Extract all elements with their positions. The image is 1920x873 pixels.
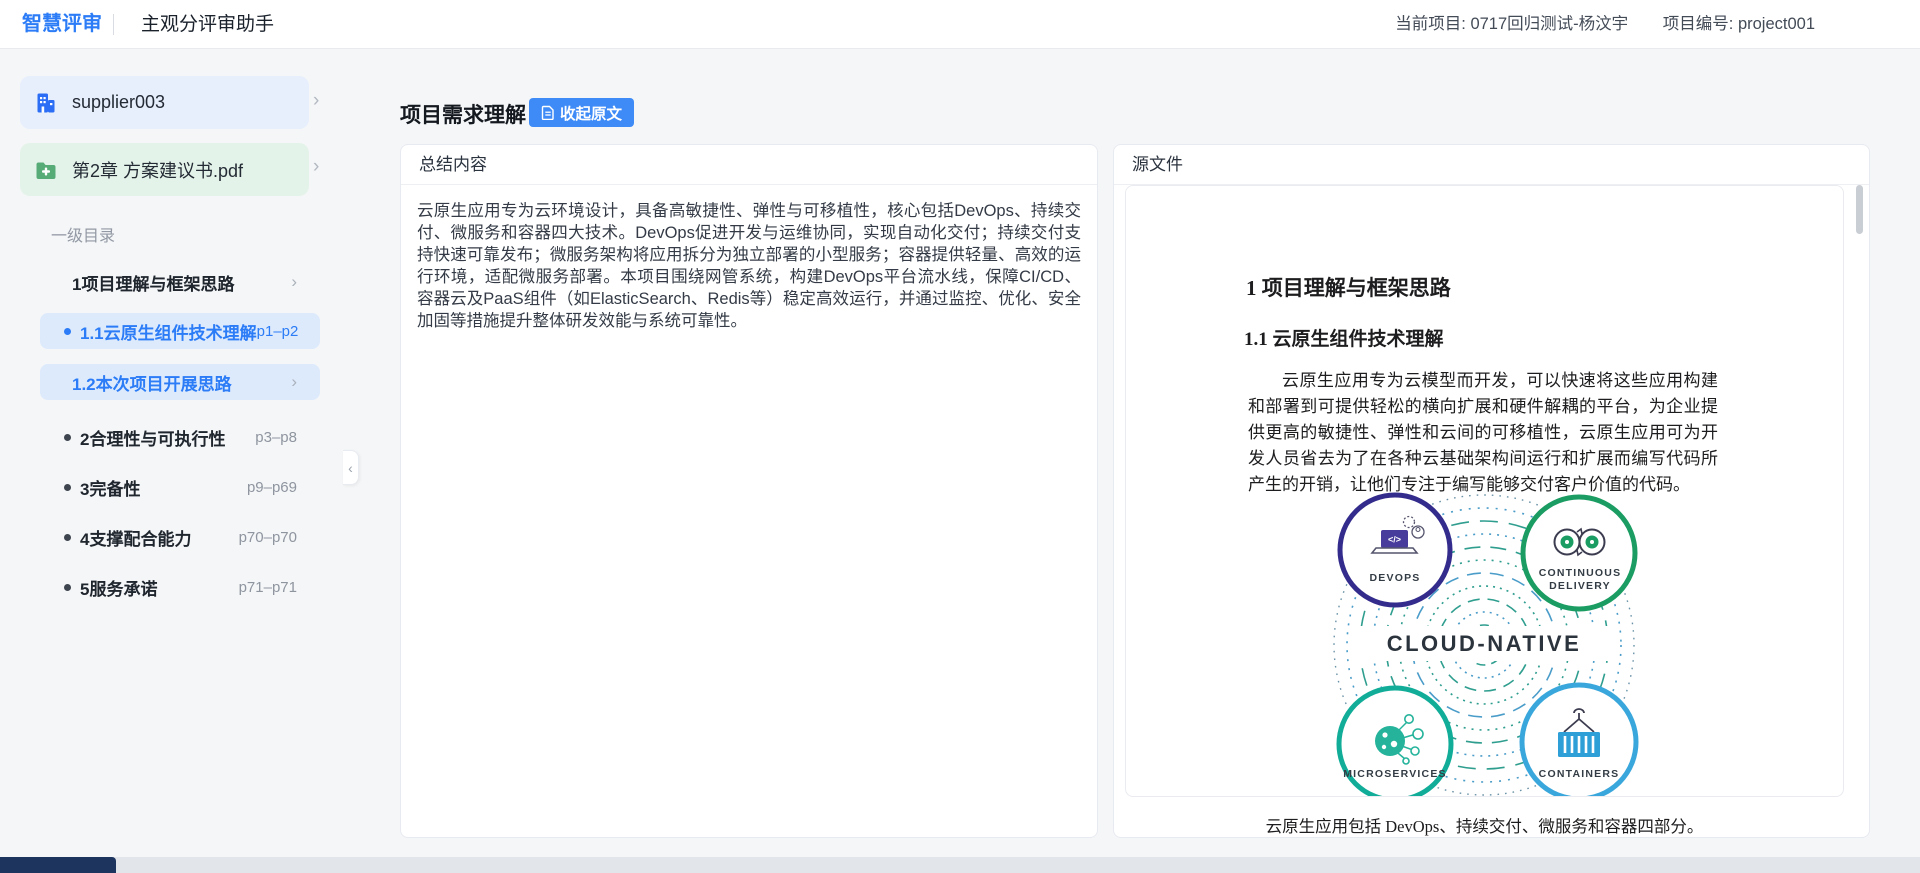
collapse-icon: ‹ (348, 460, 353, 476)
continuous-delivery-label: CONTINUOUS DELIVERY (1534, 567, 1626, 593)
pdf-caption: 云原生应用包括 DevOps、持续交付、微服务和容器四部分。 (1125, 813, 1844, 837)
page-range: p71–p71 (239, 579, 297, 596)
current-project: 当前项目: 0717回归测试-杨汶宇 (1395, 15, 1628, 33)
diagram-center-label: CLOUD-NATIVE (1358, 626, 1610, 661)
svg-text:</>: </> (1388, 535, 1401, 545)
supplier-name: supplier003 (72, 92, 165, 113)
document-icon (541, 105, 555, 120)
chevron-right-icon[interactable]: › (313, 92, 329, 112)
app-title: 主观分评审助手 (141, 0, 274, 49)
sidebar-item-5[interactable]: 5服务承诺 p71–p71 (40, 569, 320, 605)
sidebar-item-4[interactable]: 4支撑配合能力 p70–p70 (40, 519, 320, 555)
project-code: 项目编号: project001 (1663, 15, 1815, 33)
building-icon (34, 91, 58, 115)
sidebar-item-label: 3完备性 (80, 475, 140, 500)
supplier-card[interactable]: supplier003 (20, 76, 309, 129)
sidebar-item-label: 1.2本次项目开展思路 (72, 370, 232, 395)
bullet-icon (64, 584, 71, 591)
page-range: p9–p69 (247, 479, 297, 496)
sidebar-item-1[interactable]: 1项目理解与框架思路 › (40, 264, 320, 300)
header-divider (113, 14, 114, 35)
bullet-icon (64, 534, 71, 541)
bullet-icon (64, 328, 71, 335)
page-range: p70–p70 (239, 529, 297, 546)
summary-content: 云原生应用专为云环境设计，具备高敏捷性、弹性与可移植性，核心包括DevOps、持… (401, 185, 1097, 347)
sidebar-collapse-handle[interactable]: ‹ (343, 450, 359, 485)
app-root: 智慧评审 主观分评审助手 当前项目: 0717回归测试-杨汶宇 项目编号: pr… (0, 0, 1920, 873)
sidebar-item-1-1[interactable]: 1.1云原生组件技术理解 p1–p2 (40, 313, 320, 349)
project-info: 当前项目: 0717回归测试-杨汶宇 项目编号: project001 (1365, 0, 1815, 49)
sidebar-item-label: 1.1云原生组件技术理解 (80, 319, 257, 344)
file-card[interactable]: 第2章 方案建议书.pdf (20, 143, 309, 196)
pdf-viewer[interactable]: 1 项目理解与框架思路 1.1 云原生组件技术理解 云原生应用专为云模型而开发，… (1125, 185, 1844, 797)
sidebar-item-label: 2合理性与可执行性 (80, 425, 225, 450)
folder-plus-icon (34, 158, 58, 182)
collapse-source-button-label: 收起原文 (560, 102, 622, 124)
collapse-source-button[interactable]: 收起原文 (529, 98, 634, 127)
microservices-label: MICROSERVICES (1335, 768, 1455, 781)
pdf-heading-1: 1 项目理解与框架思路 (1246, 272, 1451, 302)
pdf-paragraph: 云原生应用专为云模型而开发，可以快速将这些应用构建和部署到可提供轻松的横向扩展和… (1248, 368, 1718, 498)
page-range: p1–p2 (257, 323, 299, 340)
sidebar-item-label: 1项目理解与框架思路 (72, 270, 234, 295)
summary-panel-title: 总结内容 (401, 145, 1097, 185)
page-range: p3–p8 (255, 429, 297, 446)
bullet-icon (64, 434, 71, 441)
summary-panel: 总结内容 云原生应用专为云环境设计，具备高敏捷性、弹性与可移植性，核心包括Dev… (400, 144, 1098, 838)
containers-label: CONTAINERS (1519, 768, 1639, 781)
bullet-icon (64, 484, 71, 491)
footer-widget (0, 857, 116, 873)
top-bar: 智慧评审 主观分评审助手 当前项目: 0717回归测试-杨汶宇 项目编号: pr… (0, 0, 1920, 49)
footer-bar (0, 857, 1920, 873)
project-code-label: 项目编号: (1663, 15, 1734, 33)
cloud-native-diagram: </> (1312, 482, 1662, 797)
source-panel: 源文件 1 项目理解与框架思路 1.1 云原生组件技术理解 云原生应用专为云模型… (1113, 144, 1870, 838)
sidebar-item-1-2[interactable]: 1.2本次项目开展思路 › (40, 364, 320, 400)
chevron-right-icon: › (291, 374, 297, 390)
sidebar-item-2[interactable]: 2合理性与可执行性 p3–p8 (40, 419, 320, 455)
sidebar-item-label: 4支撑配合能力 (80, 525, 191, 550)
devops-label: DEVOPS (1345, 572, 1445, 585)
current-project-label: 当前项目: (1395, 15, 1466, 33)
page-title: 项目需求理解 (400, 99, 526, 129)
brand-logo: 智慧评审 (22, 0, 102, 49)
pdf-scrollbar-thumb[interactable] (1856, 185, 1863, 234)
project-code-value: project001 (1738, 15, 1815, 33)
current-project-value: 0717回归测试-杨汶宇 (1470, 15, 1628, 33)
source-panel-title: 源文件 (1114, 145, 1869, 185)
toc-title: 一级目录 (51, 222, 115, 246)
sidebar-item-3[interactable]: 3完备性 p9–p69 (40, 469, 320, 505)
pdf-heading-2: 1.1 云原生组件技术理解 (1244, 324, 1444, 351)
file-name: 第2章 方案建议书.pdf (72, 157, 243, 183)
sidebar-item-label: 5服务承诺 (80, 575, 157, 600)
chevron-right-icon[interactable]: › (313, 158, 329, 178)
chevron-right-icon: › (291, 274, 297, 290)
